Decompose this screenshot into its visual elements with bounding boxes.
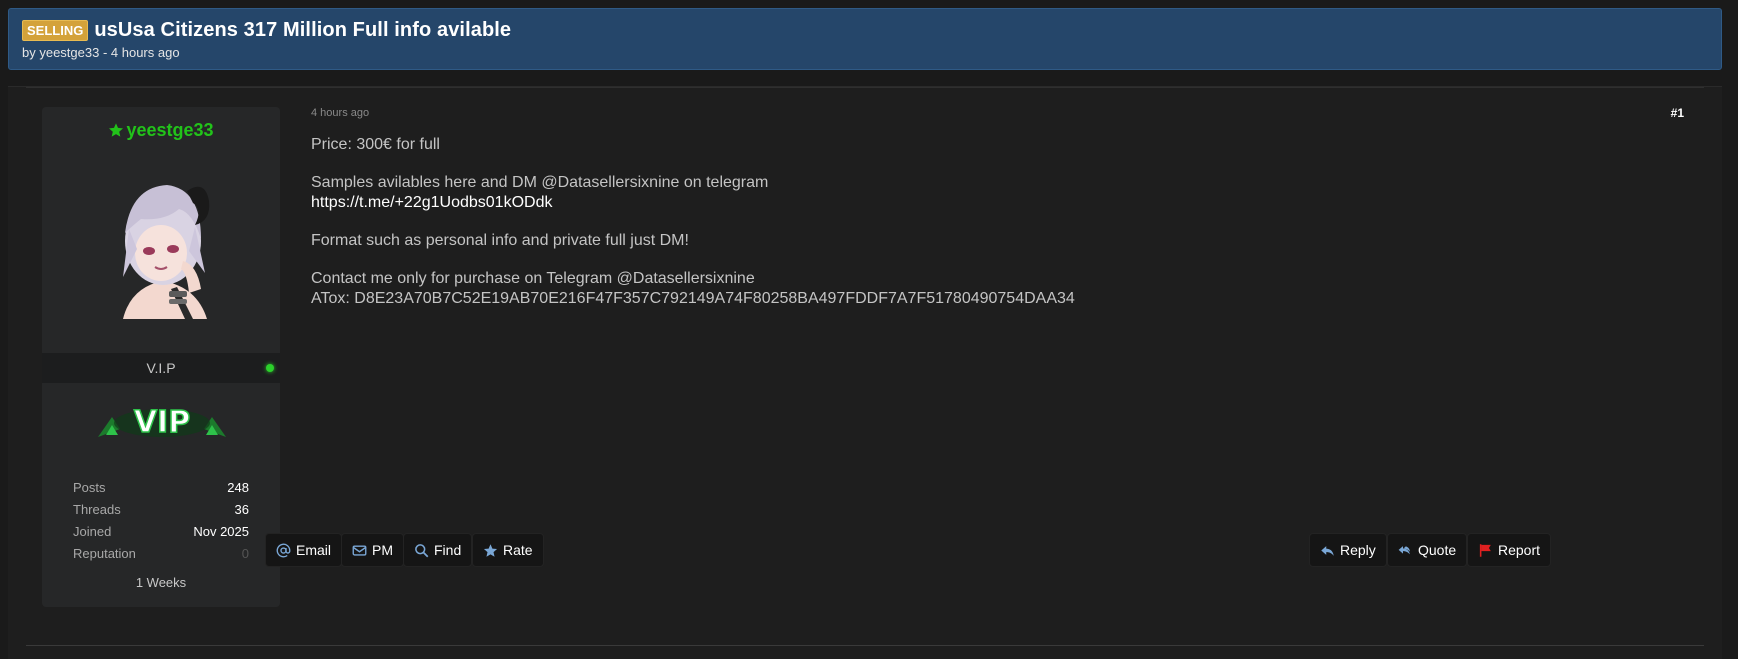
quote-icon: [1398, 545, 1410, 554]
pm-button[interactable]: PM: [341, 533, 404, 567]
stat-label: Threads: [73, 502, 121, 517]
email-button-label: Email: [296, 542, 332, 558]
pm-button-label: PM: [372, 542, 393, 558]
quote-button-label: Quote: [1418, 542, 1457, 558]
stat-label: Posts: [73, 480, 106, 495]
post-line-atox: ATox: D8E23A70B7C52E19AB70E216F47F357C79…: [311, 290, 1075, 307]
post-line-price: Price: 300€ for full: [311, 136, 440, 153]
user-stats: Posts 248 Threads 36 Joined Nov 2025 Rep…: [73, 477, 249, 565]
username-link[interactable]: yeestge33: [42, 120, 280, 141]
report-button-label: Report: [1498, 542, 1541, 558]
vip-rank-image: VIP: [98, 404, 226, 441]
stat-row-posts: Posts 248: [73, 477, 249, 499]
post-body: Price: 300€ for full Samples avilables h…: [311, 135, 1661, 327]
report-button[interactable]: Report: [1467, 533, 1552, 567]
stat-label: Joined: [73, 524, 112, 539]
email-button[interactable]: Email: [265, 533, 343, 567]
rate-button-label: Rate: [503, 542, 533, 558]
avatar[interactable]: [101, 169, 225, 319]
online-status-dot: [266, 364, 274, 372]
reply-button[interactable]: Reply: [1309, 533, 1387, 567]
username-text: yeestge33: [126, 120, 214, 140]
user-rank-bar: V.I.P: [42, 353, 280, 383]
post-paragraph-samples: Samples avilables here and DM @Dataselle…: [311, 173, 1661, 213]
reply-button-label: Reply: [1340, 542, 1376, 558]
stat-value[interactable]: 248: [227, 477, 249, 499]
stat-label: Reputation: [73, 546, 136, 561]
post-line-contact: Contact me only for purchase on Telegram…: [311, 270, 755, 287]
thread-header: SELLING usUsa Citizens 317 Million Full …: [8, 8, 1722, 70]
telegram-link[interactable]: https://t.me/+22g1Uodbs01kODdk: [311, 194, 552, 211]
envelope-icon: [352, 544, 367, 556]
post-date: 4 hours ago: [311, 107, 370, 119]
thread-byline: by yeestge33 - 4 hours ago: [22, 45, 180, 60]
post-line-format: Format such as personal info and private…: [311, 232, 689, 249]
at-icon: [276, 543, 291, 557]
divider: [26, 645, 1704, 646]
flag-icon: [1479, 543, 1491, 557]
membership-duration: 1 Weeks: [135, 575, 187, 590]
thread-title: usUsa Citizens 317 Million Full info avi…: [94, 19, 512, 41]
quote-button[interactable]: Quote: [1387, 533, 1468, 567]
search-icon: [415, 543, 429, 557]
rank-title: V.I.P: [146, 360, 176, 376]
user-panel: yeestge33 V.I.P VIP Posts 248 Threads 36…: [42, 107, 280, 607]
stat-value[interactable]: 36: [235, 499, 249, 521]
divider: [26, 87, 1704, 88]
vip-rank-text: VIP: [134, 405, 190, 440]
star-icon: [483, 543, 498, 557]
reply-icon: [1321, 545, 1334, 556]
find-button-label: Find: [434, 542, 462, 558]
post-number-link[interactable]: #1: [1671, 106, 1684, 120]
stat-row-reputation: Reputation 0: [73, 543, 249, 565]
post-container: yeestge33 V.I.P VIP Posts 248 Threads 36…: [8, 86, 1722, 659]
stat-value[interactable]: 0: [242, 543, 249, 565]
rate-button[interactable]: Rate: [472, 533, 544, 567]
stat-value: Nov 2025: [193, 524, 249, 539]
stat-row-joined: Joined Nov 2025: [73, 521, 249, 543]
post-line-samples: Samples avilables here and DM @Dataselle…: [311, 174, 769, 191]
prefix-badge[interactable]: SELLING: [22, 20, 89, 41]
post-paragraph-contact: Contact me only for purchase on Telegram…: [311, 269, 1661, 309]
stat-row-threads: Threads 36: [73, 499, 249, 521]
find-button[interactable]: Find: [403, 533, 473, 567]
star-icon: [109, 123, 124, 137]
